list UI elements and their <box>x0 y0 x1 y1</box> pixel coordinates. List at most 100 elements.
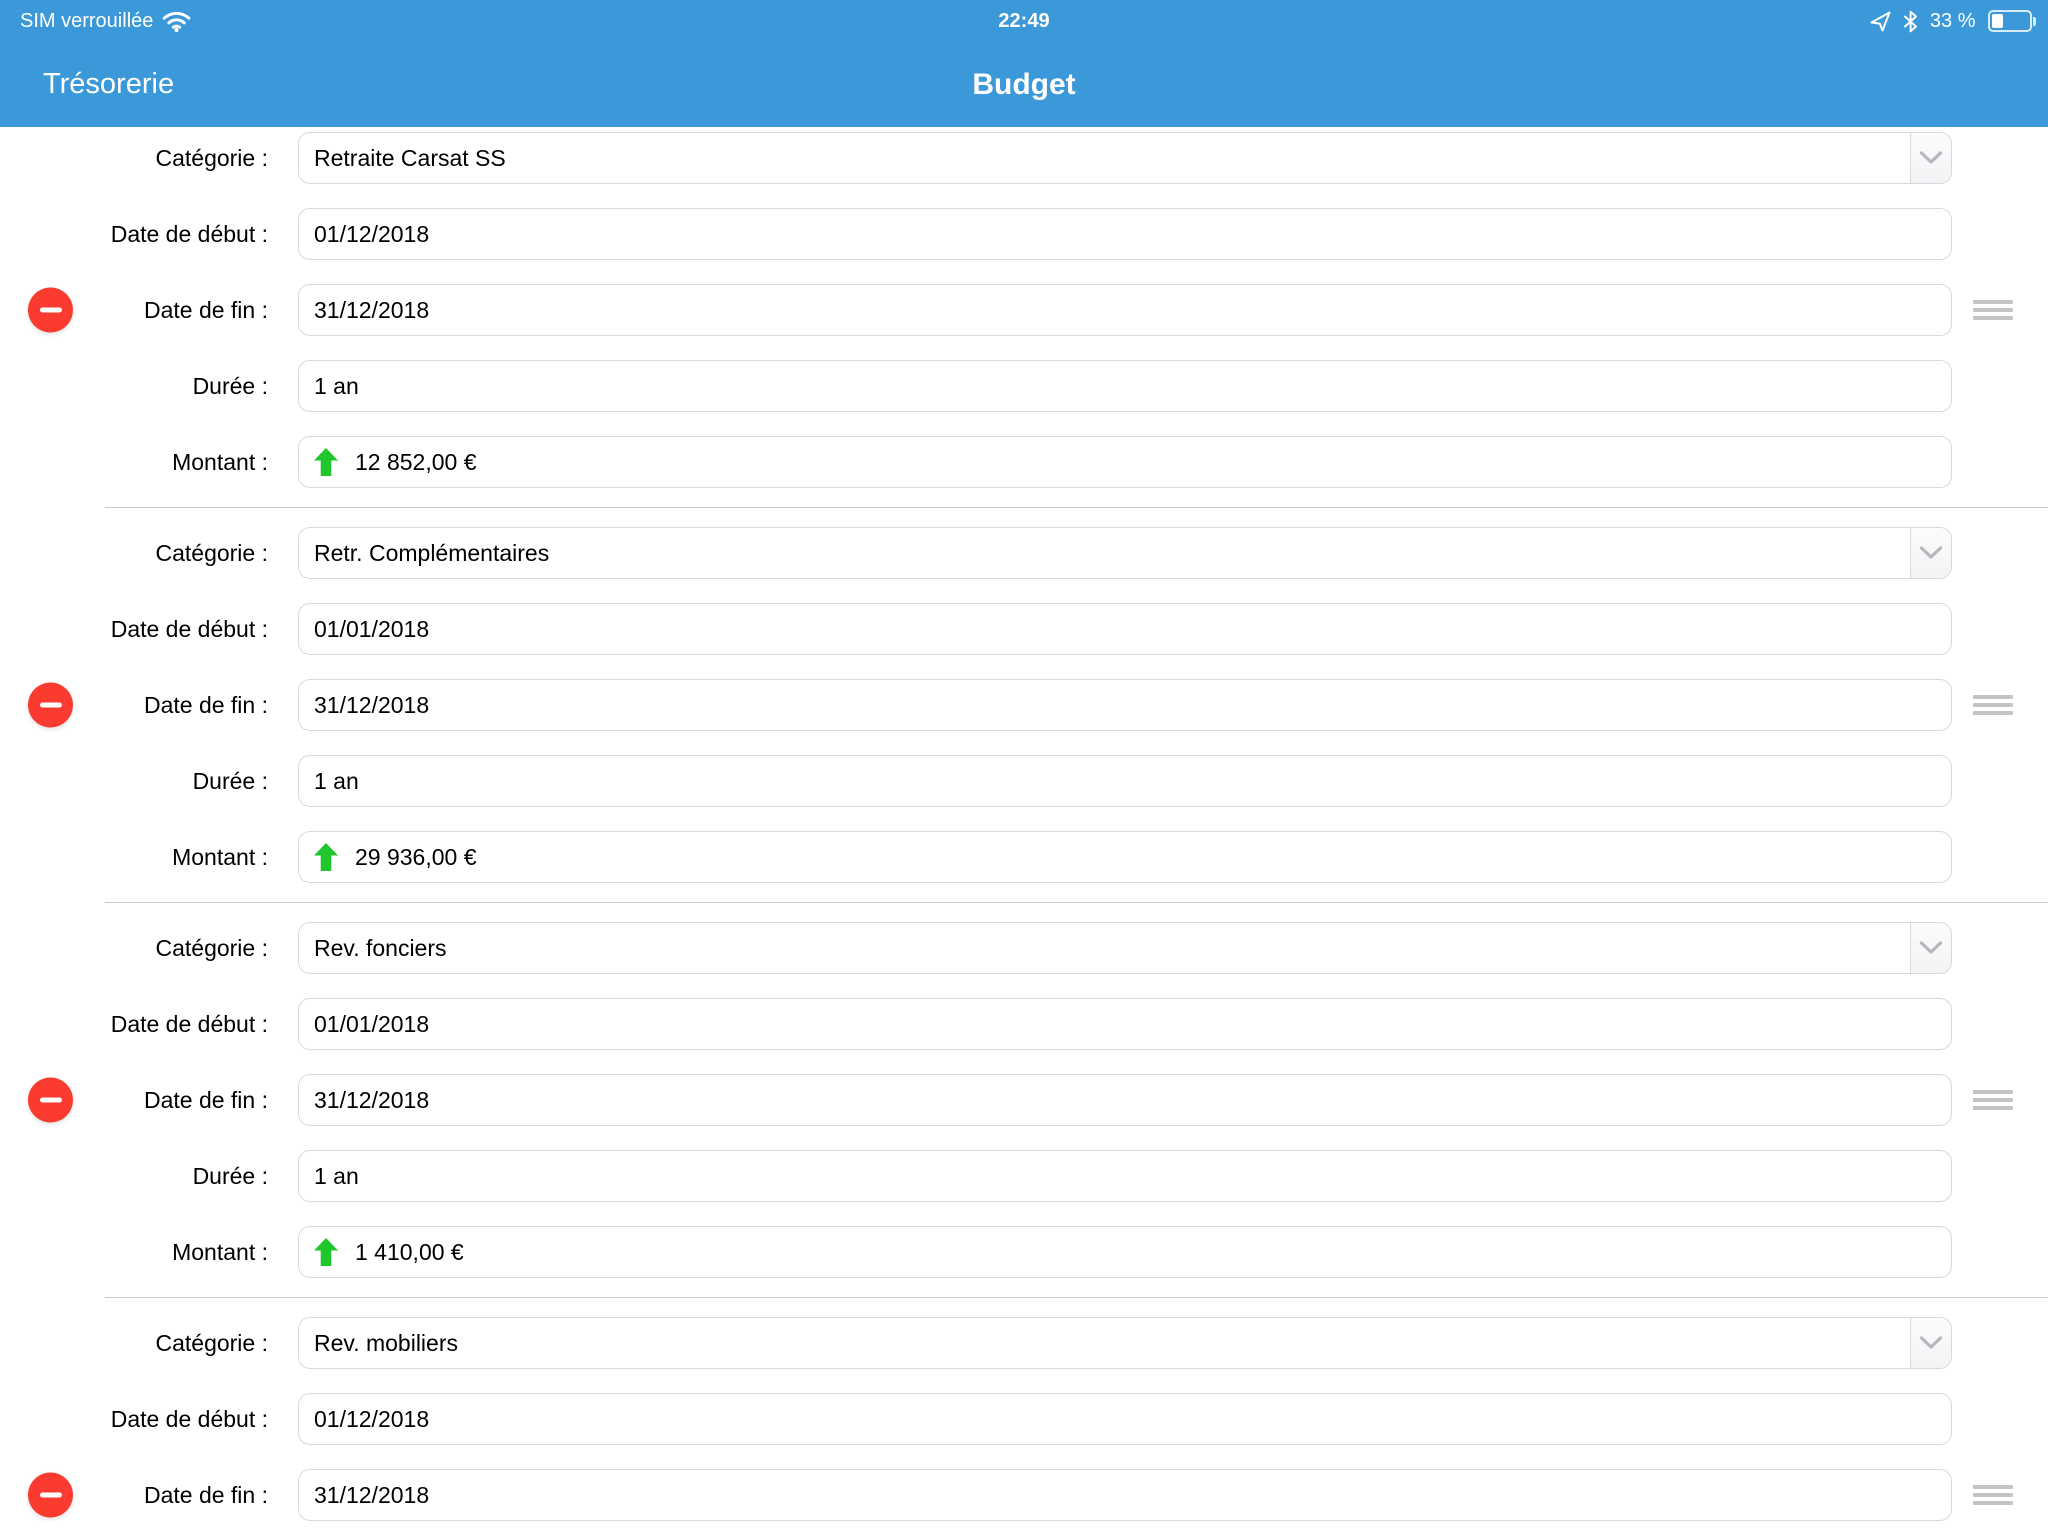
delete-button[interactable] <box>28 288 73 333</box>
category-select[interactable]: Retraite Carsat SS <box>298 132 1952 184</box>
label-cell: Montant : <box>0 1239 298 1266</box>
field-label: Durée : <box>193 1163 268 1190</box>
delete-button[interactable] <box>28 683 73 728</box>
duration-input[interactable]: 1 an <box>298 360 1952 412</box>
field-value: Rev. mobiliers <box>314 1330 458 1357</box>
field-value: 12 852,00 € <box>355 449 477 476</box>
form-row: Montant : 1 410,00 € <box>0 1226 2048 1278</box>
duration-input[interactable]: 1 an <box>298 755 1952 807</box>
reorder-handle[interactable] <box>1973 1090 2013 1111</box>
field-label: Durée : <box>193 373 268 400</box>
field-value: 01/01/2018 <box>314 1011 429 1038</box>
start-date-input[interactable]: 01/12/2018 <box>298 208 1952 260</box>
label-cell: Date de début : <box>0 1406 298 1433</box>
amount-input[interactable]: 29 936,00 € <box>298 831 1952 883</box>
handle-cell <box>1952 1485 2048 1506</box>
form-row: Date de début : 01/01/2018 <box>0 998 2048 1050</box>
form-row: Date de fin : 31/12/2018 <box>0 679 2048 731</box>
form-row: Catégorie : Retr. Complémentaires <box>0 527 2048 579</box>
label-cell: Date de début : <box>0 1011 298 1038</box>
field-value: 31/12/2018 <box>314 692 429 719</box>
reorder-handle[interactable] <box>1973 300 2013 321</box>
battery-fill <box>1992 14 2004 28</box>
budget-screen: SIM verrouillée 22:49 <box>0 0 2048 1536</box>
field-value: 01/12/2018 <box>314 221 429 248</box>
label-cell: Montant : <box>0 449 298 476</box>
chevron-down-icon[interactable] <box>1910 528 1951 578</box>
minus-icon <box>40 703 62 708</box>
field-value: 31/12/2018 <box>314 1087 429 1114</box>
label-cell: Durée : <box>0 373 298 400</box>
field-label: Date de début : <box>111 1011 268 1038</box>
amount-input[interactable]: 1 410,00 € <box>298 1226 1952 1278</box>
form-row: Date de début : 01/12/2018 <box>0 208 2048 260</box>
form-row: Date de fin : 31/12/2018 <box>0 1074 2048 1126</box>
minus-icon <box>40 308 62 313</box>
top-bar: SIM verrouillée 22:49 <box>0 0 2048 127</box>
field-label: Montant : <box>172 1239 268 1266</box>
form-row: Montant : 12 852,00 € <box>0 436 2048 488</box>
form-row: Date de fin : 31/12/2018 <box>0 1469 2048 1521</box>
battery-icon <box>1988 10 2037 32</box>
duration-input[interactable]: 1 an <box>298 1150 1952 1202</box>
category-select[interactable]: Rev. mobiliers <box>298 1317 1952 1369</box>
end-date-input[interactable]: 31/12/2018 <box>298 679 1952 731</box>
field-value: Retr. Complémentaires <box>314 540 549 567</box>
form-row: Durée : 1 an <box>0 755 2048 807</box>
label-cell: Catégorie : <box>0 145 298 172</box>
label-cell: Montant : <box>0 844 298 871</box>
amount-input[interactable]: 12 852,00 € <box>298 436 1952 488</box>
reorder-handle[interactable] <box>1973 1485 2013 1506</box>
budget-entry-section: Catégorie : Retr. Complémentaires Date d… <box>0 508 2048 902</box>
budget-entry-section: Catégorie : Rev. fonciers Date de début … <box>0 903 2048 1297</box>
field-value: 1 410,00 € <box>355 1239 464 1266</box>
form-row: Catégorie : Rev. fonciers <box>0 922 2048 974</box>
chevron-down-icon[interactable] <box>1910 923 1951 973</box>
end-date-input[interactable]: 31/12/2018 <box>298 1074 1952 1126</box>
field-value: 1 an <box>314 373 359 400</box>
handle-cell <box>1952 300 2048 321</box>
field-label: Catégorie : <box>155 540 268 567</box>
field-value: 31/12/2018 <box>314 1482 429 1509</box>
field-value: 31/12/2018 <box>314 297 429 324</box>
field-value: Retraite Carsat SS <box>314 145 506 172</box>
chevron-down-icon[interactable] <box>1910 133 1951 183</box>
reorder-handle[interactable] <box>1973 695 2013 716</box>
end-date-input[interactable]: 31/12/2018 <box>298 284 1952 336</box>
field-label: Catégorie : <box>155 1330 268 1357</box>
form-row: Durée : 1 an <box>0 360 2048 412</box>
bluetooth-icon <box>1903 10 1918 33</box>
field-value: 01/12/2018 <box>314 1406 429 1433</box>
nav-bar: Trésorerie Budget <box>0 42 2048 127</box>
budget-entry-section: Catégorie : Retraite Carsat SS Date de d… <box>0 132 2048 507</box>
form-row: Montant : 29 936,00 € <box>0 831 2048 883</box>
form-row: Date de début : 01/12/2018 <box>0 1393 2048 1445</box>
label-cell: Date de début : <box>0 221 298 248</box>
category-select[interactable]: Retr. Complémentaires <box>298 527 1952 579</box>
label-cell: Durée : <box>0 768 298 795</box>
delete-button[interactable] <box>28 1473 73 1518</box>
arrow-up-icon <box>314 1238 338 1266</box>
end-date-input[interactable]: 31/12/2018 <box>298 1469 1952 1521</box>
category-select[interactable]: Rev. fonciers <box>298 922 1952 974</box>
chevron-down-icon[interactable] <box>1910 1318 1951 1368</box>
field-label: Date de fin : <box>144 1482 268 1509</box>
field-label: Montant : <box>172 844 268 871</box>
label-cell: Catégorie : <box>0 1330 298 1357</box>
start-date-input[interactable]: 01/01/2018 <box>298 603 1952 655</box>
battery-percent-label: 33 % <box>1930 10 1976 33</box>
arrow-up-icon <box>314 843 338 871</box>
label-cell: Catégorie : <box>0 935 298 962</box>
start-date-input[interactable]: 01/12/2018 <box>298 1393 1952 1445</box>
label-cell: Date de début : <box>0 616 298 643</box>
handle-cell <box>1952 1090 2048 1111</box>
page-title: Budget <box>0 42 2048 127</box>
form-row: Durée : 1 an <box>0 1150 2048 1202</box>
start-date-input[interactable]: 01/01/2018 <box>298 998 1952 1050</box>
status-bar: SIM verrouillée 22:49 <box>0 0 2048 42</box>
entries-list: Catégorie : Retraite Carsat SS Date de d… <box>0 127 2048 1536</box>
delete-button[interactable] <box>28 1078 73 1123</box>
time-label: 22:49 <box>998 10 1049 33</box>
minus-icon <box>40 1098 62 1103</box>
field-label: Date de début : <box>111 221 268 248</box>
